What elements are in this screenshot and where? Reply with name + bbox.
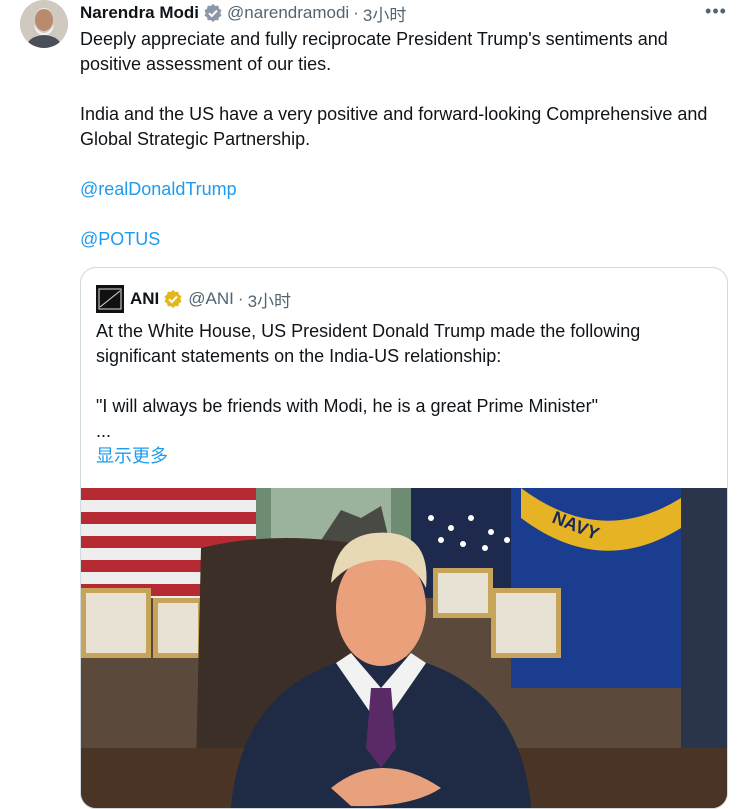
mention-realdonaldtrump[interactable]: @realDonaldTrump [80,179,237,199]
show-more-link[interactable]: 显示更多 [96,446,168,466]
tweet-time[interactable]: 3小时 [363,1,406,26]
quoted-line-2: "I will always be friends with Modi, he … [96,396,598,416]
quoted-time[interactable]: 3小时 [248,287,291,312]
quoted-author-handle[interactable]: @ANI [188,289,234,309]
quoted-header: ANI @ANI · 3小时 [96,285,291,313]
verified-badge-icon [203,3,223,23]
quoted-author-name[interactable]: ANI [130,289,159,309]
quoted-photo[interactable]: NAVY [81,488,727,808]
author-avatar[interactable] [20,0,68,48]
quoted-tweet[interactable]: ANI @ANI · 3小时 At the White House, US Pr… [80,267,728,809]
tweet-paragraph-2: India and the US have a very positive an… [80,104,708,149]
author-name[interactable]: Narendra Modi [80,3,199,23]
tweet[interactable]: Narendra Modi @narendramodi · 3小时 ••• De… [0,0,745,809]
quoted-text: At the White House, US President Donald … [96,319,711,469]
more-horizontal-icon[interactable]: ••• [704,1,728,23]
tweet-header: Narendra Modi @narendramodi · 3小时 [80,1,406,25]
quoted-separator-dot: · [237,289,244,308]
tweet-paragraph-1: Deeply appreciate and fully reciprocate … [80,29,668,74]
quoted-line-1: At the White House, US President Donald … [96,321,641,366]
separator-dot: · [353,3,359,22]
gold-verified-badge-icon [163,289,183,309]
quoted-ellipsis: ... [96,421,112,441]
mention-potus[interactable]: @POTUS [80,229,160,249]
author-handle[interactable]: @narendramodi [227,3,349,23]
ani-logo[interactable] [96,285,124,313]
tweet-text: Deeply appreciate and fully reciprocate … [80,27,730,252]
